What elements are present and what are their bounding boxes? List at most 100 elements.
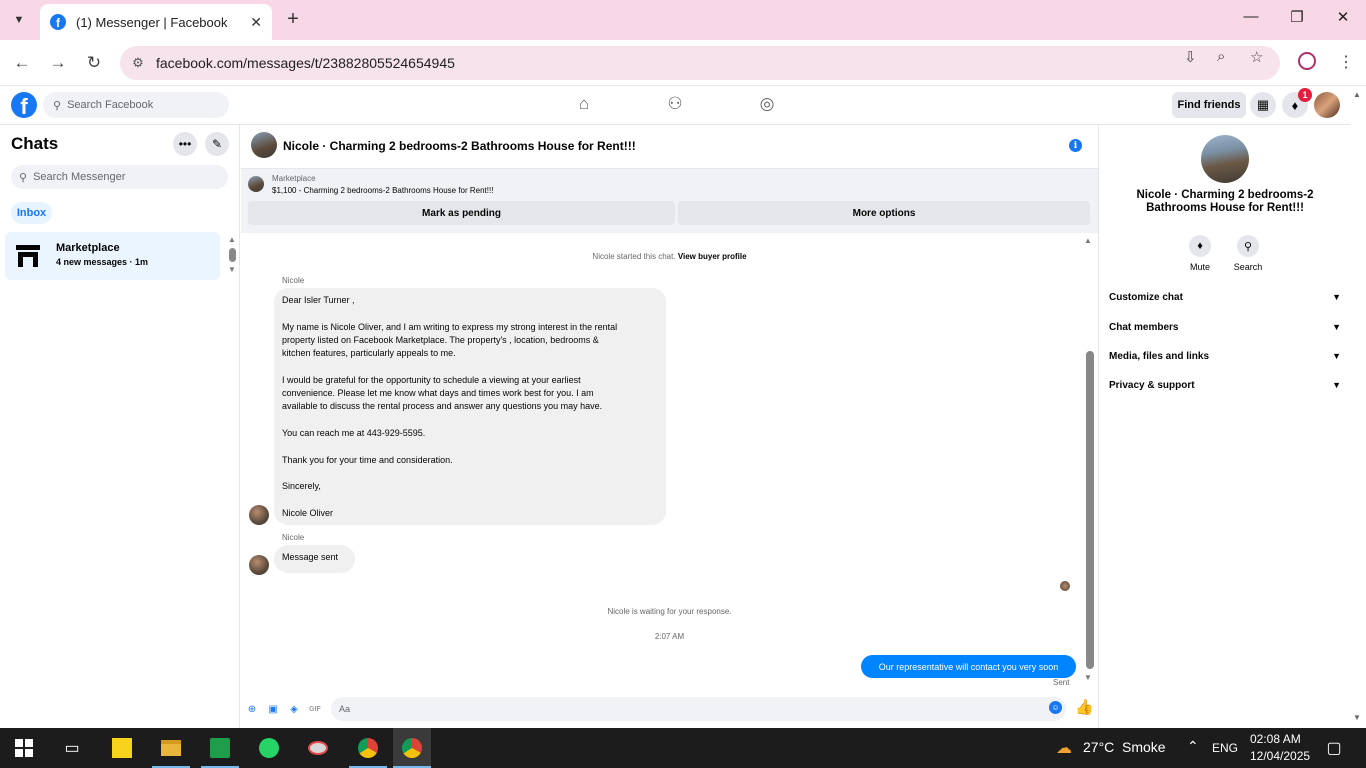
chevron-down-icon: ▼ <box>1332 292 1341 302</box>
read-receipt-avatar <box>1060 581 1070 591</box>
show-hidden-icons-icon[interactable]: ⌃ <box>1187 738 1199 755</box>
zoom-icon[interactable]: ⌕ <box>1217 48 1225 65</box>
section-label: Privacy & support <box>1109 380 1195 391</box>
sender-name-2: Nicole <box>282 533 305 542</box>
sender-avatar-2[interactable] <box>249 555 269 575</box>
message-line: Nicole Oliver <box>282 507 334 518</box>
chats-sidebar: Chats ••• ✎ ⚲ Search Messenger Inbox Mar… <box>0 125 240 728</box>
restore-window-button[interactable]: ❐ <box>1282 8 1312 26</box>
thumbs-up-like-icon[interactable]: 👍 <box>1075 698 1094 716</box>
browser-menu-icon[interactable]: ⋮ <box>1338 52 1354 72</box>
chrome-profile-icon[interactable] <box>393 728 431 768</box>
page-scroll-down-arrow-icon[interactable]: ▼ <box>1353 713 1361 722</box>
plus-actions-icon[interactable]: ⊕ <box>245 702 259 716</box>
sticky-notes-icon[interactable] <box>110 736 134 760</box>
chat-list-item-marketplace[interactable]: Marketplace 4 new messages · 1m <box>5 232 220 280</box>
chat-options-icon[interactable]: ••• <box>173 132 197 156</box>
mute-action[interactable]: ♦ Mute <box>1180 235 1220 272</box>
customize-chat-section[interactable]: Customize chat ▼ <box>1109 292 1341 303</box>
chat-list-scrollbar[interactable] <box>229 248 236 262</box>
message-line: Thank you for your time and consideratio… <box>282 454 453 465</box>
friends-icon[interactable]: ⚇ <box>655 94 695 114</box>
reload-icon[interactable]: ↻ <box>82 51 106 75</box>
notification-center-icon[interactable]: ▢ <box>1322 736 1346 760</box>
input-language[interactable]: ENG <box>1212 741 1238 755</box>
chats-title: Chats <box>11 134 59 153</box>
bell-icon: ♦ <box>1189 235 1211 257</box>
info-icon[interactable]: i <box>1069 139 1082 152</box>
mark-as-pending-button[interactable]: Mark as pending <box>248 201 675 225</box>
message-sent-bubble: Message sent <box>274 545 355 573</box>
spreadsheet-app-icon[interactable] <box>208 736 232 760</box>
more-options-button[interactable]: More options <box>678 201 1090 225</box>
close-window-button[interactable]: ✕ <box>1328 8 1358 26</box>
view-buyer-profile-link[interactable]: View buyer profile <box>678 252 747 261</box>
browser-tab[interactable]: f (1) Messenger | Facebook ✕ <box>40 4 272 40</box>
facebook-search-input[interactable]: ⚲ Search Facebook <box>43 92 229 118</box>
search-action[interactable]: ⚲ Search <box>1228 235 1268 272</box>
listing-thumbnail[interactable] <box>248 176 264 192</box>
attach-photo-icon[interactable]: ▣ <box>266 702 280 716</box>
conversation-title[interactable]: Nicole · Charming 2 bedrooms-2 Bathrooms… <box>283 139 636 153</box>
privacy-support-section[interactable]: Privacy & support ▼ <box>1109 380 1341 391</box>
chat-started-text: Nicole started this chat. <box>592 252 676 261</box>
address-bar[interactable]: ⚙ facebook.com/messages/t/23882805524654… <box>120 46 1280 80</box>
close-tab-icon[interactable]: ✕ <box>250 14 262 31</box>
search-label: Search <box>1233 262 1263 272</box>
chrome-icon[interactable] <box>356 736 380 760</box>
scroll-down-arrow-icon[interactable]: ▼ <box>228 265 236 274</box>
chat-members-section[interactable]: Chat members ▼ <box>1109 322 1341 333</box>
message-line: property listed on Facebook Marketplace.… <box>282 334 599 345</box>
listing-price-title[interactable]: $1,100 - Charming 2 bedrooms-2 Bathrooms… <box>272 186 493 195</box>
forward-arrow-icon[interactable]: → <box>46 51 70 75</box>
browser-profile-icon[interactable] <box>1298 52 1316 70</box>
minimize-window-button[interactable]: — <box>1236 8 1266 25</box>
bookmark-star-icon[interactable]: ☆ <box>1250 48 1263 66</box>
new-tab-button[interactable]: + <box>282 8 304 30</box>
whatsapp-icon[interactable] <box>257 736 281 760</box>
weather-temperature[interactable]: 27°C <box>1083 739 1114 755</box>
inbox-tab[interactable]: Inbox <box>11 202 52 224</box>
emoji-icon[interactable]: ☺ <box>1049 701 1062 714</box>
weather-condition[interactable]: Smoke <box>1122 739 1166 755</box>
back-arrow-icon[interactable]: ← <box>10 51 34 75</box>
clock-date[interactable]: 12/04/2025 <box>1250 749 1310 763</box>
message-body: Dear Isler Turner , My name is Nicole Ol… <box>282 294 658 520</box>
conversation-scrollbar[interactable] <box>1086 351 1094 669</box>
new-message-icon[interactable]: ✎ <box>205 132 229 156</box>
account-avatar[interactable] <box>1314 92 1340 118</box>
install-app-icon[interactable]: ⇩ <box>1184 48 1197 66</box>
windows-start-icon[interactable] <box>12 736 36 760</box>
browser-toolbar: ← → ↻ ⚙ facebook.com/messages/t/23882805… <box>0 40 1366 86</box>
chevron-down-icon: ▼ <box>1332 380 1341 390</box>
sticker-icon[interactable]: ◈ <box>287 702 301 716</box>
paint-app-icon[interactable] <box>306 736 330 760</box>
weather-icon[interactable]: ☁ <box>1052 736 1076 760</box>
task-view-icon[interactable]: ▭ <box>60 736 84 760</box>
clock-time[interactable]: 02:08 AM <box>1250 732 1301 746</box>
message-line: You can reach me at 443-929-5595. <box>282 427 426 438</box>
scroll-up-arrow-icon[interactable]: ▲ <box>1084 236 1092 245</box>
sender-avatar[interactable] <box>249 505 269 525</box>
tab-title: (1) Messenger | Facebook <box>76 14 228 30</box>
message-input[interactable]: Aa <box>331 697 1066 721</box>
waiting-notice: Nicole is waiting for your response. <box>607 607 732 616</box>
facebook-logo-icon[interactable]: f <box>11 92 37 118</box>
scroll-up-arrow-icon[interactable]: ▲ <box>228 235 236 244</box>
message-sent-text: Message sent <box>282 552 339 562</box>
menu-grid-icon[interactable]: ▦ <box>1250 92 1276 118</box>
find-friends-button[interactable]: Find friends <box>1172 92 1246 118</box>
page-scroll-up-arrow-icon[interactable]: ▲ <box>1353 90 1361 99</box>
scroll-down-arrow-icon[interactable]: ▼ <box>1084 673 1092 682</box>
conversation-avatar[interactable] <box>251 132 277 158</box>
gif-icon[interactable]: GIF <box>308 702 322 716</box>
tab-search-chevron-icon[interactable]: ▼ <box>6 8 32 32</box>
file-explorer-icon[interactable] <box>159 736 183 760</box>
message-line: Dear Isler Turner , <box>282 295 355 305</box>
listing-profile-picture[interactable] <box>1201 135 1249 183</box>
home-icon[interactable]: ⌂ <box>564 94 604 114</box>
messenger-search-input[interactable]: ⚲ Search Messenger <box>11 165 228 189</box>
groups-icon[interactable]: ◎ <box>747 94 787 114</box>
site-settings-icon[interactable]: ⚙ <box>120 55 156 71</box>
media-files-links-section[interactable]: Media, files and links ▼ <box>1109 351 1341 362</box>
